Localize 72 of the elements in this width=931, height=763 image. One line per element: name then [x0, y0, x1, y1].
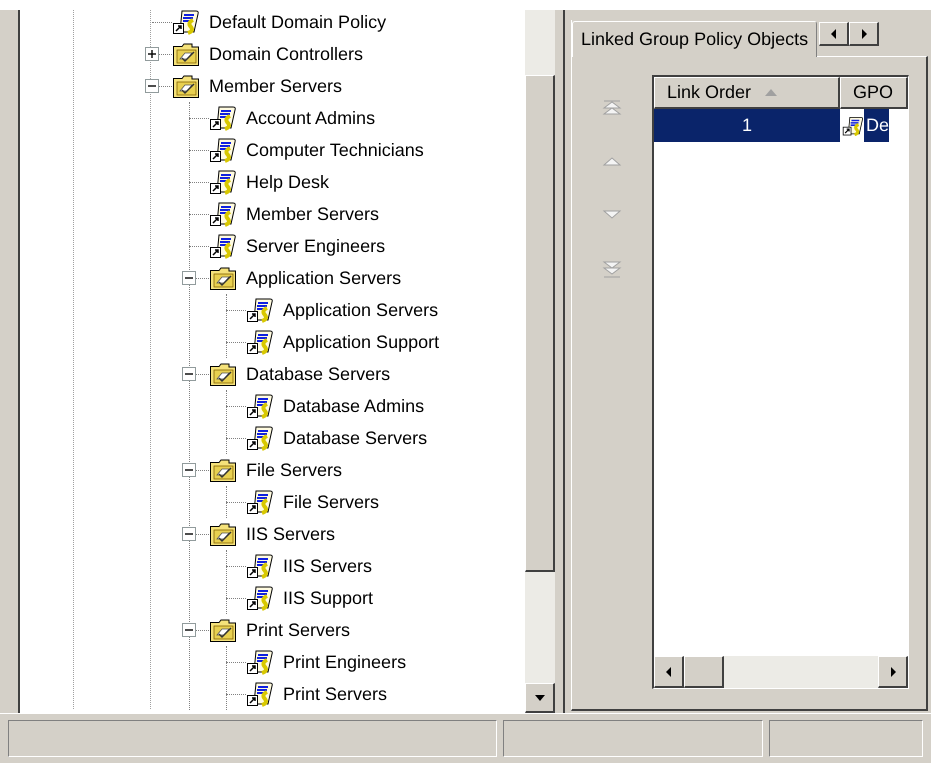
expander-toggle[interactable] [145, 47, 159, 61]
policy-scroll-icon [246, 296, 274, 324]
policy-scroll-icon [246, 680, 274, 708]
caret-left-icon [664, 666, 672, 678]
expander-toggle[interactable] [182, 463, 196, 477]
tree-item-label[interactable]: Help Desk [246, 173, 330, 191]
horizontal-scrollbar[interactable] [654, 656, 908, 688]
folder-icon [172, 73, 200, 99]
caret-left-icon [830, 28, 838, 40]
tree-item-label[interactable]: Database Servers [283, 429, 428, 447]
tree-item-label[interactable]: Default Domain Policy [209, 13, 386, 31]
folder-icon [209, 361, 237, 387]
scroll-left-button[interactable] [654, 656, 684, 688]
policy-scroll-icon [246, 552, 274, 580]
caret-down-icon [534, 694, 544, 700]
policy-scroll-icon [209, 168, 237, 196]
tree-item-label[interactable]: Server Engineers [246, 237, 386, 255]
folder-icon [209, 521, 237, 547]
folder-icon [209, 265, 237, 291]
policy-scroll-icon [246, 584, 274, 612]
tree-item-label[interactable]: Print Engineers [283, 653, 406, 671]
tree-item-label[interactable]: Member Servers [246, 205, 380, 223]
tab-scroll-left-button[interactable] [819, 22, 850, 46]
tree-item-label[interactable]: Database Admins [283, 397, 424, 415]
tree-item-label[interactable]: Application Support [283, 333, 440, 351]
scroll-right-button[interactable] [878, 656, 908, 688]
expander-toggle[interactable] [182, 271, 196, 285]
expander-toggle[interactable] [182, 527, 196, 541]
tab-scroll-right-button[interactable] [849, 22, 880, 46]
policy-scroll-icon [246, 392, 274, 420]
scrollbar-thumb[interactable] [525, 75, 555, 572]
tree-item-label[interactable]: Computer Technicians [246, 141, 424, 159]
policy-scroll-icon [209, 232, 237, 260]
scroll-down-button[interactable] [525, 683, 555, 713]
tree-item-label[interactable]: Print Servers [283, 685, 388, 703]
folder-icon [172, 41, 200, 67]
table-row[interactable]: 1 De [654, 109, 908, 142]
policy-scroll-icon [246, 328, 274, 356]
tree-item-label[interactable]: Application Servers [283, 301, 438, 319]
vertical-scrollbar[interactable] [525, 10, 555, 713]
tree-item-label[interactable]: Member Servers [209, 77, 342, 95]
caret-right-icon [888, 666, 896, 678]
table-cell: 1 [654, 109, 840, 142]
policy-scroll-icon [246, 648, 274, 676]
column-header[interactable]: GPO [840, 77, 908, 109]
policy-scroll-icon [246, 424, 274, 452]
scrollbar-thumb[interactable] [684, 656, 724, 688]
tree-item-label[interactable]: IIS Support [283, 589, 374, 607]
policy-scroll-icon [246, 488, 274, 516]
expander-toggle[interactable] [182, 367, 196, 381]
tree-item-label[interactable]: Domain Controllers [209, 45, 364, 63]
tree-item-label[interactable]: IIS Servers [283, 557, 372, 575]
tree-item-label[interactable]: Application Servers [246, 269, 402, 287]
tree-item-label[interactable]: Print Servers [246, 621, 350, 639]
policy-scroll-icon [209, 200, 237, 228]
column-header[interactable]: Link Order [654, 77, 840, 109]
pane-tab[interactable]: Linked Group Policy Objects [572, 21, 818, 57]
policy-scroll-icon [209, 104, 237, 132]
tree-item-label[interactable]: IIS Servers [246, 525, 336, 543]
table-cell: De [864, 109, 890, 142]
expander-toggle[interactable] [145, 79, 159, 93]
tree-item-label[interactable]: Account Admins [246, 109, 376, 127]
tree-item-label[interactable]: File Servers [283, 493, 380, 511]
plus-icon [148, 50, 156, 58]
folder-icon [209, 617, 237, 643]
folder-icon [209, 457, 237, 483]
caret-right-icon [860, 28, 868, 40]
tree-item-label[interactable]: File Servers [246, 461, 342, 479]
policy-scroll-icon [209, 136, 237, 164]
tree-item-label[interactable]: Database Servers [246, 365, 390, 383]
expander-toggle[interactable] [182, 623, 196, 637]
policy-scroll-icon [842, 114, 864, 136]
